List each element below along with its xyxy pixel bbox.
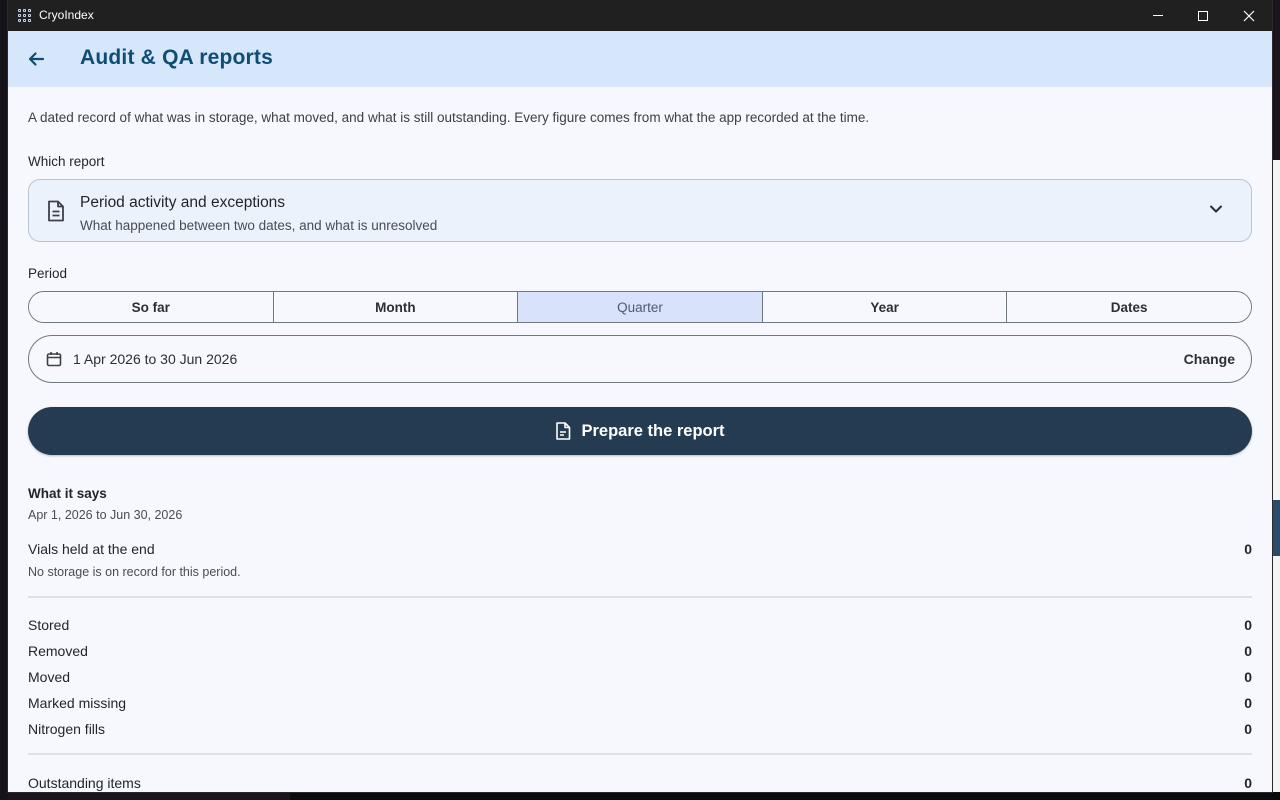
report-select-title: Period activity and exceptions xyxy=(80,194,286,211)
removed-label: Removed xyxy=(28,643,88,659)
date-range-value: 1 Apr 2026 to 30 Jun 2026 xyxy=(73,351,238,367)
report-select[interactable]: Period activity and exceptions What happ… xyxy=(28,179,1252,242)
summary-range: Apr 1, 2026 to Jun 30, 2026 xyxy=(28,508,183,522)
minimize-icon xyxy=(1153,15,1163,16)
desktop-background-left xyxy=(0,0,8,800)
window-title: CryoIndex xyxy=(39,8,94,22)
minimize-button[interactable] xyxy=(1135,0,1181,31)
close-button[interactable] xyxy=(1226,0,1272,31)
summary-title: What it says xyxy=(28,486,107,501)
close-icon xyxy=(1243,10,1255,21)
moved-label: Moved xyxy=(28,669,71,685)
period-option-dates[interactable]: Dates xyxy=(1006,292,1251,322)
report-picker-label: Which report xyxy=(28,154,105,169)
period-option-month[interactable]: Month xyxy=(272,292,518,322)
stored-label: Stored xyxy=(28,617,70,633)
back-button[interactable] xyxy=(24,47,48,71)
date-range-field[interactable]: 1 Apr 2026 to 30 Jun 2026 Change xyxy=(28,335,1252,383)
chevron-down-icon xyxy=(1210,205,1222,213)
outstanding-label: Outstanding items xyxy=(28,775,141,791)
summary-row-moved: Moved 0 xyxy=(28,669,1252,689)
maximize-icon xyxy=(1198,10,1208,21)
nitrogen-label: Nitrogen fills xyxy=(28,721,106,737)
page-title: Audit & QA reports xyxy=(80,46,273,69)
prepare-report-button[interactable]: Prepare the report xyxy=(28,407,1252,455)
period-option-so-far[interactable]: So far xyxy=(29,292,273,322)
summary-row-removed: Removed 0 xyxy=(28,643,1252,663)
outstanding-value: 0 xyxy=(1244,775,1252,791)
calendar-icon xyxy=(46,352,62,367)
period-option-quarter[interactable]: Quarter xyxy=(517,292,762,322)
stored-value: 0 xyxy=(1244,617,1252,633)
moved-value: 0 xyxy=(1244,669,1252,685)
file-export-icon xyxy=(555,422,571,440)
summary-row-held: Vials held at the end 0 xyxy=(28,541,1252,561)
report-select-subtitle: What happened between two dates, and wha… xyxy=(80,218,438,233)
period-label: Period xyxy=(28,266,68,281)
missing-value: 0 xyxy=(1244,695,1252,711)
period-option-year[interactable]: Year xyxy=(761,292,1007,322)
desktop-background-bottom xyxy=(290,792,1280,800)
summary-row-outstanding: Outstanding items 0 xyxy=(28,775,1252,792)
window-titlebar[interactable]: CryoIndex xyxy=(8,0,1272,31)
document-icon xyxy=(48,200,64,222)
app-grid-icon xyxy=(18,9,31,22)
app-window: CryoIndex Audit & QA reports A dated rec… xyxy=(8,0,1272,792)
maximize-button[interactable] xyxy=(1180,0,1226,31)
nitrogen-value: 0 xyxy=(1244,721,1252,737)
held-value: 0 xyxy=(1244,541,1252,557)
held-note: No storage is on record for this period. xyxy=(28,565,241,579)
removed-value: 0 xyxy=(1244,643,1252,659)
period-segmented-control: So far Month Quarter Year Dates xyxy=(28,291,1252,323)
held-label: Vials held at the end xyxy=(28,541,155,557)
prepare-report-label: Prepare the report xyxy=(581,421,725,440)
summary-row-stored: Stored 0 xyxy=(28,617,1252,637)
missing-label: Marked missing xyxy=(28,695,127,711)
summary-row-missing: Marked missing 0 xyxy=(28,695,1252,715)
change-dates-button[interactable]: Change xyxy=(1184,351,1235,367)
summary-row-nitrogen: Nitrogen fills 0 xyxy=(28,721,1252,741)
divider xyxy=(28,753,1252,755)
app-bar: Audit & QA reports xyxy=(8,31,1272,87)
arrow-back-icon xyxy=(28,52,45,66)
intro-text: A dated record of what was in storage, w… xyxy=(28,110,870,125)
divider xyxy=(28,596,1252,598)
